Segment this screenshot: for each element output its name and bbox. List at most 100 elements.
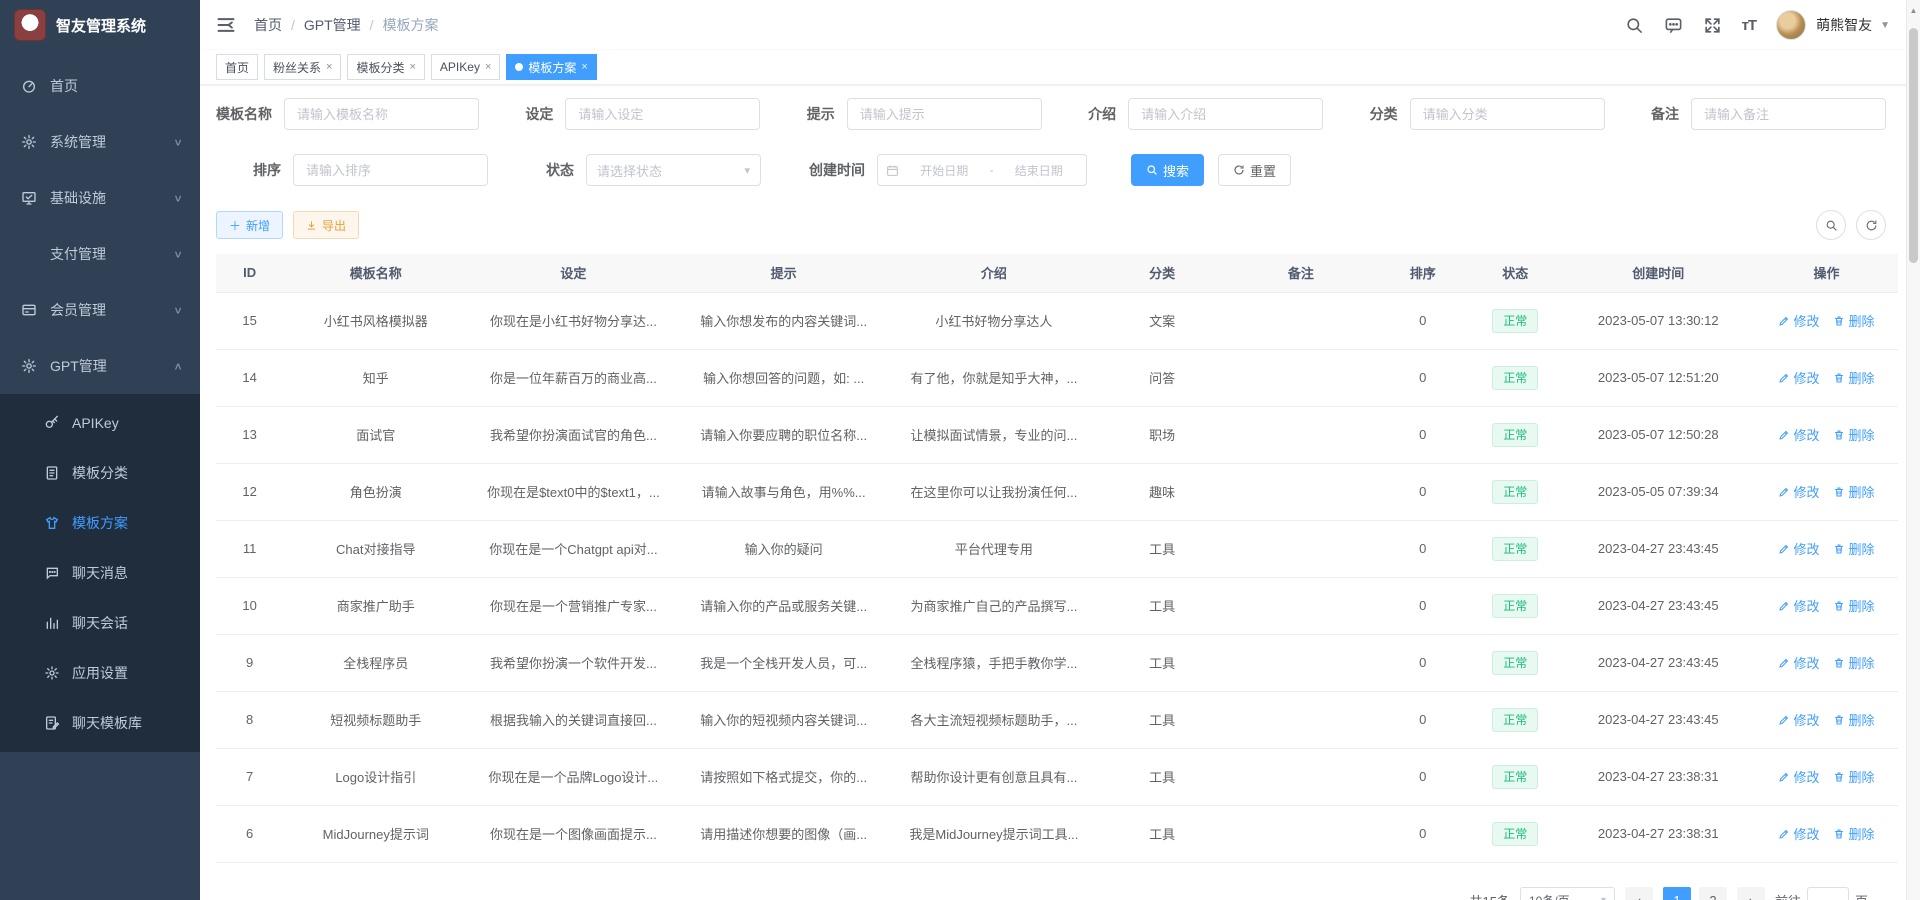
delete-link[interactable]: 删除: [1833, 482, 1874, 501]
cell-介绍: 让模拟面试情景，专业的问...: [889, 406, 1099, 463]
sidebar-subitem-APIKey[interactable]: APIKey: [0, 398, 200, 448]
sidebar: 智友管理系统 首页 系统管理 ∨ 基础设施 ∨ 支付管理 ∨ 会员管理 ∨ GP…: [0, 0, 200, 900]
delete-link[interactable]: 删除: [1833, 539, 1874, 558]
cell-模板名称: Chat对接指导: [283, 520, 468, 577]
cell-介绍: 平台代理专用: [889, 520, 1099, 577]
sidebar-subitem-模板方案[interactable]: 模板方案: [0, 498, 200, 548]
field-input-提示[interactable]: [847, 98, 1042, 130]
cell-状态: 正常: [1469, 349, 1562, 406]
delete-link[interactable]: 删除: [1833, 596, 1874, 615]
toggle-search-button[interactable]: [1816, 210, 1846, 240]
delete-icon: [1833, 714, 1845, 726]
close-icon[interactable]: ×: [409, 61, 415, 73]
cell-设定: 根据我输入的关键词直接回...: [468, 691, 678, 748]
cell-提示: 输入你想发布的内容关键词...: [679, 292, 889, 349]
close-icon[interactable]: ×: [581, 61, 587, 73]
table-row: 7Logo设计指引你现在是一个品牌Logo设计...请按照如下格式提交，你的..…: [216, 748, 1898, 805]
app-logo-bar[interactable]: 智友管理系统: [0, 0, 200, 50]
cell-操作: 修改删除: [1755, 748, 1898, 805]
sidebar-item-会员管理[interactable]: 会员管理 ∨: [0, 282, 200, 338]
status-select[interactable]: 请选择状态 ▾: [586, 154, 761, 186]
sidebar-item-系统管理[interactable]: 系统管理 ∨: [0, 114, 200, 170]
export-button[interactable]: 导出: [293, 211, 359, 239]
sidebar-subitem-聊天消息[interactable]: 聊天消息: [0, 548, 200, 598]
caret-down-icon[interactable]: ▼: [1880, 20, 1890, 31]
delete-link[interactable]: 删除: [1833, 653, 1874, 672]
page-button-2[interactable]: 2: [1699, 887, 1727, 900]
delete-link[interactable]: 删除: [1833, 767, 1874, 786]
edit-link[interactable]: 修改: [1778, 653, 1819, 672]
user-avatar[interactable]: [1776, 10, 1806, 40]
tab-首页[interactable]: 首页: [216, 54, 258, 80]
scrollbar-thumb[interactable]: [1909, 28, 1918, 263]
cell-设定: 我希望你扮演一个软件开发...: [468, 634, 678, 691]
page-button-1[interactable]: 1: [1663, 887, 1691, 900]
breadcrumb-home[interactable]: 首页: [254, 15, 282, 35]
close-icon[interactable]: ×: [326, 61, 332, 73]
edit-link[interactable]: 修改: [1778, 710, 1819, 729]
sidebar-item-支付管理[interactable]: 支付管理 ∨: [0, 226, 200, 282]
cell-提示: 请按照如下格式提交，你的...: [679, 748, 889, 805]
sort-input[interactable]: [293, 154, 488, 186]
edit-link[interactable]: 修改: [1778, 311, 1819, 330]
fullscreen-icon[interactable]: [1703, 16, 1722, 35]
delete-link[interactable]: 删除: [1833, 368, 1874, 387]
field-input-分类[interactable]: [1410, 98, 1605, 130]
tab-粉丝关系[interactable]: 粉丝关系×: [264, 54, 341, 80]
search-icon[interactable]: [1625, 16, 1644, 35]
refresh-button[interactable]: [1856, 210, 1886, 240]
edit-link[interactable]: 修改: [1778, 767, 1819, 786]
reset-button[interactable]: 重置: [1218, 154, 1291, 186]
sidebar-item-首页[interactable]: 首页: [0, 58, 200, 114]
search-button[interactable]: 搜索: [1131, 154, 1204, 186]
gear-o-icon: [44, 665, 60, 681]
field-input-介绍[interactable]: [1128, 98, 1323, 130]
sidebar-subitem-应用设置[interactable]: 应用设置: [0, 648, 200, 698]
next-page-button[interactable]: ›: [1737, 887, 1765, 900]
cell-提示: 输入你的短视频内容关键词...: [679, 691, 889, 748]
breadcrumb: 首页 / GPT管理 / 模板方案: [254, 15, 439, 35]
delete-link[interactable]: 删除: [1833, 710, 1874, 729]
column-header-备注: 备注: [1225, 254, 1376, 292]
sidebar-submenu: APIKey 模板分类 模板方案 聊天消息 聊天会话 应用设置 聊天模板库: [0, 394, 200, 752]
close-icon[interactable]: ×: [485, 61, 491, 73]
sidebar-item-GPT管理[interactable]: GPT管理 ∧: [0, 338, 200, 394]
delete-link[interactable]: 删除: [1833, 824, 1874, 843]
tab-模板分类[interactable]: 模板分类×: [347, 54, 424, 80]
hamburger-icon[interactable]: [216, 15, 236, 35]
edit-link[interactable]: 修改: [1778, 539, 1819, 558]
field-input-备注[interactable]: [1691, 98, 1886, 130]
plus-icon: ＋: [229, 217, 241, 234]
prev-page-button[interactable]: ‹: [1625, 887, 1653, 900]
scrollbar[interactable]: ▲: [1906, 0, 1920, 900]
edit-link[interactable]: 修改: [1778, 368, 1819, 387]
goto-page-input[interactable]: [1807, 887, 1849, 900]
add-button[interactable]: ＋ 新增: [216, 211, 283, 239]
cell-设定: 你现在是小红书好物分享达...: [468, 292, 678, 349]
edit-link[interactable]: 修改: [1778, 824, 1819, 843]
edit-link[interactable]: 修改: [1778, 596, 1819, 615]
page-size-select[interactable]: 10条/页▾: [1520, 887, 1615, 900]
edit-link[interactable]: 修改: [1778, 482, 1819, 501]
field-input-模板名称[interactable]: [284, 98, 479, 130]
font-size-icon[interactable]: ᴛT: [1742, 17, 1757, 34]
sidebar-item-基础设施[interactable]: 基础设施 ∨: [0, 170, 200, 226]
edit-link[interactable]: 修改: [1778, 425, 1819, 444]
user-name[interactable]: 萌熊智友: [1816, 15, 1872, 35]
tab-模板方案[interactable]: 模板方案×: [506, 54, 596, 80]
date-range-picker[interactable]: 开始日期 - 结束日期: [877, 154, 1087, 186]
cell-状态: 正常: [1469, 520, 1562, 577]
cell-介绍: 小红书好物分享达人: [889, 292, 1099, 349]
sidebar-subitem-模板分类[interactable]: 模板分类: [0, 448, 200, 498]
sidebar-subitem-聊天会话[interactable]: 聊天会话: [0, 598, 200, 648]
scrollbar-up-arrow[interactable]: ▲: [1907, 6, 1920, 15]
delete-link[interactable]: 删除: [1833, 311, 1874, 330]
cell-ID: 8: [216, 691, 283, 748]
message-icon[interactable]: [1664, 16, 1683, 35]
tab-APIKey[interactable]: APIKey×: [431, 54, 500, 80]
field-input-设定[interactable]: [565, 98, 760, 130]
delete-link[interactable]: 删除: [1833, 425, 1874, 444]
breadcrumb-gpt[interactable]: GPT管理: [304, 15, 361, 35]
sidebar-subitem-聊天模板库[interactable]: 聊天模板库: [0, 698, 200, 748]
sidebar-subitem-label: 聊天模板库: [72, 713, 142, 733]
